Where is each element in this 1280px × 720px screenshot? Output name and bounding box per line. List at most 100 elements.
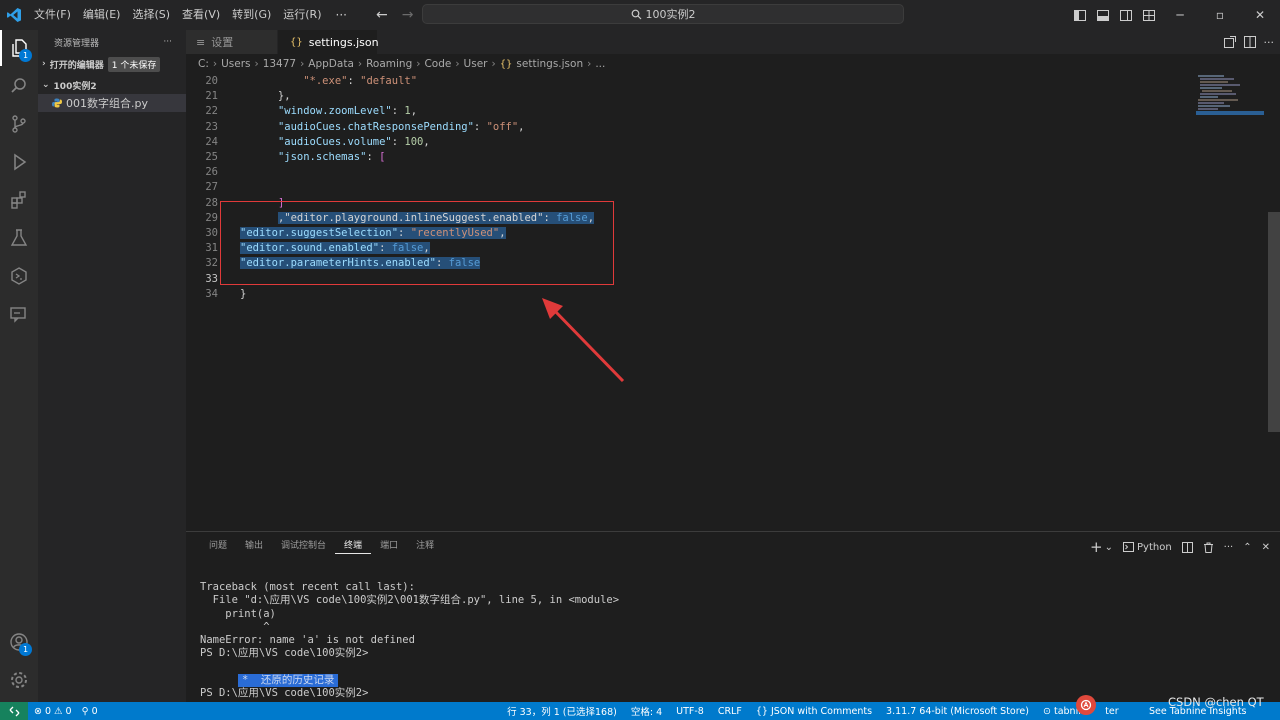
history-restored-label: * 还原的历史记录 [237, 674, 339, 688]
menu-view[interactable]: 查看(V) [176, 0, 226, 30]
chevron-up-icon[interactable]: ⌃ [1243, 542, 1251, 553]
forward-arrow-icon[interactable]: → [402, 7, 414, 23]
menu-run[interactable]: 运行(R) [277, 0, 327, 30]
more-actions-button[interactable]: ··· [1264, 36, 1275, 49]
tab-output[interactable]: 输出 [236, 538, 272, 554]
extensions-icon[interactable] [0, 182, 38, 218]
breadcrumb: C: › Users › 13477 › AppData › Roaming › Code… [186, 54, 1280, 74]
code-line[interactable]: 34} [186, 287, 1186, 302]
source-control-icon[interactable] [0, 106, 38, 142]
back-arrow-icon[interactable]: ← [376, 7, 388, 23]
tab-settings-ui[interactable]: ≡ 设置 [186, 30, 278, 54]
chevron-right-icon: › [416, 58, 421, 70]
customize-layout-icon[interactable] [1137, 0, 1160, 30]
tab-debug-console[interactable]: 调试控制台 [272, 538, 335, 554]
problems-indicator[interactable]: ⊗ 0 ⚠ 0 [34, 706, 72, 717]
tab-label: 设置 [211, 36, 234, 49]
explorer-icon[interactable]: 1 [0, 30, 38, 66]
toggle-primary-sidebar-icon[interactable] [1068, 0, 1091, 30]
python-file-icon [52, 98, 62, 108]
chevron-down-icon[interactable]: ⌄ [1105, 542, 1113, 553]
more-actions-button[interactable]: ··· [1224, 542, 1234, 553]
restore-button[interactable]: ▫ [1200, 0, 1240, 30]
breadcrumb-item[interactable]: Roaming [366, 58, 412, 70]
manage-gear-icon[interactable] [0, 662, 38, 698]
search-view-icon[interactable] [0, 68, 38, 104]
breadcrumb-item[interactable]: ... [595, 58, 605, 70]
breadcrumb-item[interactable]: AppData [308, 58, 354, 70]
encoding[interactable]: UTF-8 [669, 706, 711, 717]
close-window-button[interactable]: ✕ [1240, 0, 1280, 30]
chevron-right-icon: › [587, 58, 592, 70]
end-of-line[interactable]: CRLF [711, 706, 749, 717]
code-line[interactable]: 24 "audioCues.volume": 100, [186, 135, 1186, 150]
remote-explorer-icon[interactable] [0, 258, 38, 294]
open-settings-ui-icon[interactable] [1223, 36, 1236, 48]
chevron-right-icon: › [455, 58, 460, 70]
breadcrumb-item[interactable]: Code [424, 58, 451, 70]
code-editor[interactable]: 20 "*.exe": "default" 21 }, 22 "window.zoo… [186, 74, 1194, 530]
language-mode[interactable]: {} JSON with Comments [749, 706, 879, 717]
ports-indicator[interactable]: ⚲ 0 [82, 706, 98, 717]
python-interpreter[interactable]: 3.11.7 64-bit (Microsoft Store) [879, 706, 1036, 717]
chevron-down-icon: ⌄ [42, 80, 50, 90]
indentation[interactable]: 空格: 4 [624, 704, 669, 718]
code-line[interactable]: 23 "audioCues.chatResponsePending": "off… [186, 120, 1186, 135]
minimize-button[interactable]: ─ [1160, 0, 1200, 30]
menu-bar: 文件(F) 编辑(E) 选择(S) 查看(V) 转到(G) 运行(R) ··· [28, 0, 355, 30]
terminal-output[interactable]: Traceback (most recent call last): File … [200, 581, 619, 701]
workspace-folder[interactable]: ⌄ 100实例2 [38, 76, 186, 94]
minimap[interactable] [1194, 74, 1268, 530]
close-panel-icon[interactable]: ✕ [1262, 542, 1270, 553]
explorer-more-button[interactable]: ··· [163, 37, 172, 47]
tab-ports[interactable]: 端口 [371, 538, 407, 554]
line-number: 30 [205, 227, 218, 239]
chat-icon[interactable] [0, 296, 38, 332]
trash-icon[interactable] [1203, 542, 1214, 553]
menu-selection[interactable]: 选择(S) [126, 0, 176, 30]
menu-go[interactable]: 转到(G) [226, 0, 277, 30]
tab-settings-json[interactable]: {} settings.json [278, 30, 379, 54]
tab-problems[interactable]: 问题 [200, 538, 236, 554]
toggle-secondary-sidebar-icon[interactable] [1114, 0, 1137, 30]
bottom-panel: 问题 输出 调试控制台 终端 端口 注释 + ⌄ Python ··· ⌃ ✕ … [186, 531, 1280, 702]
tab-terminal[interactable]: 终端 [335, 538, 372, 554]
breadcrumb-item[interactable]: 13477 [263, 58, 296, 70]
tab-label: settings.json [308, 35, 379, 49]
new-terminal-plus-icon[interactable]: + [1090, 538, 1103, 556]
testing-flask-icon[interactable] [0, 220, 38, 256]
run-debug-icon[interactable] [0, 144, 38, 180]
code-line[interactable]: 27 [186, 180, 1186, 195]
radio-tower-icon: ⚲ [81, 705, 89, 717]
code-line[interactable]: 21 }, [186, 89, 1186, 104]
terminal-shell-selector[interactable]: Python [1123, 542, 1172, 553]
tab-comments[interactable]: 注释 [407, 538, 443, 554]
command-center[interactable]: 100实例2 [422, 4, 904, 24]
breadcrumb-item[interactable]: User [464, 58, 488, 70]
split-terminal-icon[interactable] [1181, 541, 1193, 553]
toggle-panel-icon[interactable] [1091, 0, 1114, 30]
code-token: : [347, 75, 361, 87]
code-line[interactable]: 25 "json.schemas": [ [186, 150, 1186, 165]
code-token: "audioCues.chatResponsePending" [277, 120, 474, 133]
scrollbar-thumb[interactable] [1268, 212, 1280, 432]
menu-file[interactable]: 文件(F) [28, 0, 77, 30]
cursor-position[interactable]: 行 33，列 1 (已选择168) [500, 704, 624, 718]
code-text: } [240, 287, 246, 302]
breadcrumb-item[interactable]: Users [221, 58, 250, 70]
breadcrumb-item[interactable]: C: [198, 58, 209, 70]
split-editor-icon[interactable] [1243, 36, 1256, 48]
code-line[interactable]: 26 [186, 165, 1186, 180]
menu-edit[interactable]: 编辑(E) [77, 0, 127, 30]
remote-indicator[interactable] [0, 702, 28, 720]
accounts-icon[interactable]: 1 [0, 624, 38, 660]
breadcrumb-item[interactable]: settings.json [516, 58, 583, 70]
tabnine-icon: ⊙ [1043, 705, 1054, 717]
code-line[interactable]: 20 "*.exe": "default" [186, 74, 1186, 89]
open-editors-section[interactable]: › 打开的编辑器 1 个未保存 [38, 54, 186, 74]
file-item[interactable]: 001数字组合.py [38, 94, 186, 112]
code-line[interactable]: 22 "window.zoomLevel": 1, [186, 104, 1186, 119]
menu-more-button[interactable]: ··· [328, 8, 355, 22]
